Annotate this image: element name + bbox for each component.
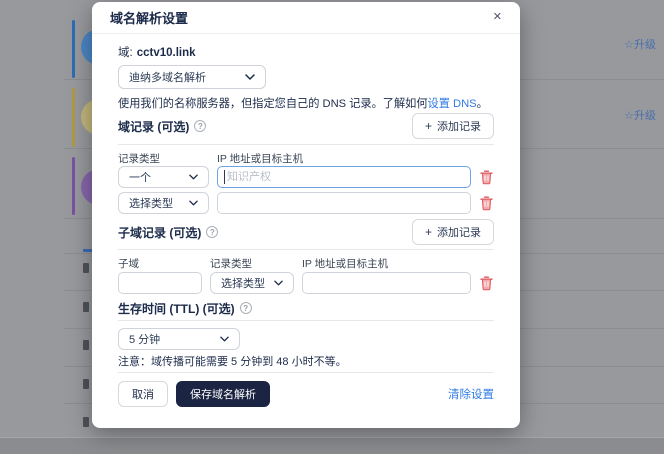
- upgrade-link[interactable]: ☆升级: [624, 36, 656, 52]
- help-icon[interactable]: ?: [194, 120, 206, 132]
- domain-value: cctv10.link: [137, 47, 196, 59]
- clipped-text-fragment: [83, 340, 89, 350]
- ip-host-input[interactable]: [302, 272, 471, 294]
- column-label-ip: IP 地址或目标主机: [302, 256, 388, 269]
- star-icon: ☆: [624, 110, 634, 122]
- clipped-text-fragment: [83, 417, 89, 427]
- dns-settings-modal: 域名解析设置 ✕ 域: cctv10.link 迪纳多域名解析 使用我们的名称服务…: [92, 2, 520, 428]
- record-type-select[interactable]: 选择类型: [210, 272, 294, 294]
- chevron-down-icon: [220, 336, 229, 342]
- plus-icon: +: [425, 225, 432, 239]
- domain-label: 域:: [118, 47, 133, 59]
- chevron-down-icon: [274, 280, 283, 286]
- ttl-selected: 5 分钟: [129, 331, 160, 347]
- modal-header: 域名解析设置 ✕: [92, 2, 520, 34]
- add-subdomain-record-button[interactable]: + 添加记录: [412, 219, 494, 245]
- dns-mode-select[interactable]: 迪纳多域名解析: [118, 65, 266, 89]
- ip-input-wrapper: [217, 166, 471, 188]
- ttl-title: 生存时间 (TTL) (可选) ?: [118, 301, 494, 315]
- chevron-down-icon: [189, 174, 198, 180]
- record-type-select[interactable]: 选择类型: [118, 192, 209, 214]
- subdomain-input[interactable]: [118, 272, 202, 294]
- domain-records-title: 域记录 (可选) ?: [118, 118, 206, 135]
- trash-icon: [480, 170, 493, 185]
- column-label-ip: IP 地址或目标主机: [217, 151, 303, 164]
- clipped-text-fragment: [83, 263, 89, 273]
- dns-mode-selected: 迪纳多域名解析: [129, 69, 206, 85]
- card-accent-bar-purple: [72, 157, 75, 215]
- footer-divider: [118, 372, 494, 373]
- add-domain-record-button[interactable]: + 添加记录: [412, 113, 494, 139]
- propagation-note: 注意：域传播可能需要 5 分钟到 48 小时不等。: [118, 353, 494, 367]
- domain-records-column-labels: 记录类型 IP 地址或目标主机: [118, 151, 494, 164]
- ip-host-input[interactable]: [217, 166, 471, 188]
- ip-input-wrapper: [217, 192, 471, 214]
- save-dns-button[interactable]: 保存域名解析: [176, 381, 270, 407]
- section-divider: [118, 249, 494, 250]
- subdomain-records-header: 子域记录 (可选) ? + 添加记录: [118, 219, 494, 245]
- nameserver-description: 使用我们的名称服务器，但指定您自己的 DNS 记录。了解如何设置 DNS。: [118, 95, 494, 109]
- delete-record-button[interactable]: [479, 275, 494, 291]
- subdomain-records-column-labels: 子域 记录类型 IP 地址或目标主机: [118, 256, 494, 269]
- clear-settings-link[interactable]: 清除设置: [448, 386, 494, 402]
- ttl-select[interactable]: 5 分钟: [118, 328, 240, 350]
- domain-record-row: 选择类型: [118, 192, 494, 214]
- column-label-subdomain: 子域: [118, 256, 210, 269]
- clipped-text-fragment: [83, 379, 89, 389]
- record-type-select[interactable]: 一个: [118, 166, 209, 188]
- upgrade-link[interactable]: ☆升级: [624, 107, 656, 123]
- clipped-text-fragment: [83, 302, 89, 312]
- modal-body: 域: cctv10.link 迪纳多域名解析 使用我们的名称服务器，但指定您自己的…: [92, 34, 520, 407]
- active-tab-indicator: [83, 249, 92, 252]
- plus-icon: +: [425, 119, 432, 133]
- delete-record-button[interactable]: [479, 169, 494, 185]
- setup-dns-link[interactable]: 设置 DNS: [428, 98, 477, 110]
- bottom-bar: [0, 437, 664, 454]
- domain-records-header: 域记录 (可选) ? + 添加记录: [118, 113, 494, 139]
- ip-host-input[interactable]: [217, 192, 471, 214]
- section-divider: [118, 320, 494, 321]
- card-accent-bar-yellow: [72, 88, 75, 147]
- help-icon[interactable]: ?: [206, 226, 218, 238]
- chevron-down-icon: [189, 200, 198, 206]
- card-accent-bar-blue: [72, 20, 75, 78]
- delete-record-button[interactable]: [479, 195, 494, 211]
- modal-footer: 取消 保存域名解析 清除设置: [118, 381, 494, 407]
- help-icon[interactable]: ?: [240, 302, 252, 314]
- cancel-button[interactable]: 取消: [118, 381, 168, 407]
- domain-line: 域: cctv10.link: [118, 44, 494, 59]
- trash-icon: [480, 196, 493, 211]
- text-caret: [224, 170, 225, 184]
- close-icon[interactable]: ✕: [491, 10, 504, 25]
- trash-icon: [480, 276, 493, 291]
- column-label-type: 记录类型: [210, 256, 302, 269]
- section-divider: [118, 144, 494, 145]
- domain-record-row: 一个: [118, 166, 494, 188]
- modal-title: 域名解析设置: [110, 8, 188, 27]
- subdomain-records-title: 子域记录 (可选) ?: [118, 224, 218, 241]
- chevron-down-icon: [245, 74, 255, 80]
- subdomain-record-row: 选择类型: [118, 272, 494, 294]
- ip-input-wrapper: [302, 272, 471, 294]
- star-icon: ☆: [624, 39, 634, 51]
- column-label-type: 记录类型: [118, 151, 217, 164]
